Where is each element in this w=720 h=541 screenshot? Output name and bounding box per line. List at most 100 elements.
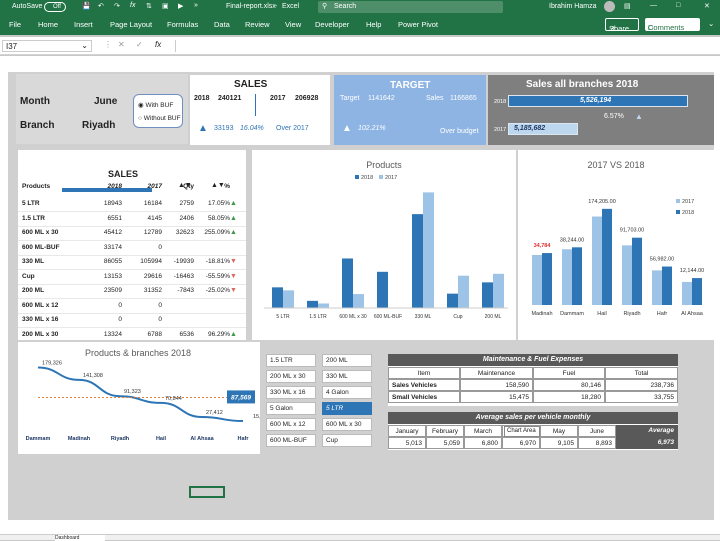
tab-home[interactable]: Home [38,20,58,29]
products-branches-chart[interactable]: Products & branches 2018 87,569 179,326 141… [18,342,270,454]
slicer-item[interactable]: 600 ML x 30 [322,418,372,431]
tab-data[interactable]: Data [214,20,230,29]
maintenance-header: Maintenance [460,367,533,379]
autosave-toggle[interactable]: Off [44,2,66,12]
dashboard: Month June Branch Riyadh ◉ With BUF ○ Wi… [8,72,714,520]
bar-2018 [572,247,582,305]
all-2018-label: 2018 [494,99,507,105]
search-icon: ⚲ [322,3,328,10]
maintenance-table: Maintenance & Fuel Expenses Item Maintena… [388,354,678,406]
insert-function-icon[interactable]: fx [155,40,161,49]
sheet-tab-dashboard[interactable]: Dashboard [55,535,105,541]
slicer-item[interactable]: 4 Galon [322,386,372,399]
camera-icon[interactable]: ▣ [162,2,169,10]
slicer-item[interactable]: 5 LTR [322,402,372,415]
slicer-item[interactable]: 5 Galon [266,402,316,415]
tab-formulas[interactable]: Formulas [167,20,198,29]
selected-cell[interactable] [189,486,225,498]
redo-icon[interactable]: ↷ [114,2,120,10]
slicer-item[interactable]: 330 ML x 16 [266,386,316,399]
products-chart[interactable]: Products 2018 2017 5 LTR 1.5 LTR 600 ML x 30 6… [252,150,516,340]
bar-2017 [458,275,469,308]
tab-view[interactable]: View [285,20,301,29]
sales-cell: -18.81% [205,258,230,265]
sort-icon[interactable]: ⇅ [146,2,152,10]
minimize-icon[interactable]: — [650,2,657,9]
branches-compare-chart[interactable]: 2017 VS 2018 2017 2018 34,784 Madinah 38,244.… [518,150,714,340]
bar-2018 [412,214,423,308]
save-icon[interactable]: 💾 [82,2,91,10]
target-sales-value: 1166865 [450,95,477,102]
sales-pct: 16.04% [240,125,264,132]
sales-cell: 0 [158,301,162,309]
maintenance-cell: 18,280 [533,391,605,403]
qat-more-icon[interactable]: » [194,2,198,9]
tab-power-pivot[interactable]: Power Pivot [398,20,438,29]
tab-help[interactable]: Help [366,20,381,29]
target-note: Over budget [440,128,479,135]
slicer-item[interactable]: 600 ML-BUF [266,434,316,447]
tab-developer[interactable]: Developer [315,20,349,29]
tab-review[interactable]: Review [245,20,270,29]
enter-icon[interactable]: ✓ [136,40,143,49]
category-label: 200 ML [485,314,502,320]
bar-2018 [482,282,493,308]
share-button[interactable]: ↗ Share [605,18,639,33]
sales-cell: 31352 [143,287,162,294]
slicer-item[interactable]: 200 ML x 30 [266,370,316,383]
without-buf-radio[interactable]: ○ Without BUF [138,115,181,122]
more-icon: ⋮ [104,40,112,49]
slicer-item[interactable]: 330 ML [322,370,372,383]
tab-page-layout[interactable]: Page Layout [110,20,152,29]
avatar[interactable] [604,1,615,12]
avg-vehicle-title: Average sales per vehicle monthly [388,412,678,424]
pointer-icon[interactable]: ▶ [178,2,183,10]
month-value[interactable]: June [94,96,117,107]
maintenance-cell: 80,146 [533,379,605,391]
sales-cell: 18943 [103,200,122,207]
bar-2018 [602,208,612,305]
month-header: February [426,425,464,437]
sales-cell: 200 ML [22,287,45,294]
sales-cell: -55.59% [205,272,230,280]
legend-swatch-2018 [355,175,359,179]
function-icon[interactable]: fx [130,2,135,9]
products-chart-svg: Products 2018 2017 5 LTR 1.5 LTR 600 ML x 30 6… [264,160,508,320]
close-icon[interactable]: ✕ [704,2,710,10]
category-label: Dammam [26,436,51,442]
cancel-icon[interactable]: ✕ [118,40,125,49]
slicer-item[interactable]: 200 ML [322,354,372,367]
month-value: 9,105 [540,437,578,449]
sheet-tab-bar: Dashboard [0,534,720,541]
branch-value[interactable]: Riyadh [82,120,115,131]
undo-icon[interactable]: ↶ [98,2,104,10]
target-label: Target [340,95,360,102]
collapse-ribbon-icon[interactable]: ⌄ [708,19,714,28]
data-label: 70,844 [165,396,182,402]
sales-cell: 105994 [140,258,162,265]
row-divider [18,240,246,241]
average-header: Average [616,425,678,437]
maximize-icon[interactable]: □ [676,2,680,9]
slicer-item[interactable]: 600 ML x 12 [266,418,316,431]
slicer-item[interactable]: Cup [322,434,372,447]
bar-2018 [342,258,353,308]
category-label: 1.5 LTR [309,314,327,320]
with-buf-radio[interactable]: ◉ With BUF [138,101,173,109]
ribbon-display-icon[interactable]: ▤ [624,2,631,10]
sales-cell: Cup [22,272,35,280]
category-label: 5 LTR [276,314,290,320]
search-box[interactable]: ⚲ Search [318,1,503,13]
worksheet[interactable]: Month June Branch Riyadh ◉ With BUF ○ Wi… [0,56,720,534]
data-label: 34,784 [534,243,552,249]
formula-input[interactable] [175,40,715,52]
tab-insert[interactable]: Insert [74,20,93,29]
up-triangle-icon: ▲ [230,200,237,207]
search-placeholder: Search [334,3,357,10]
name-box[interactable]: I37 ⌄ [2,40,92,52]
sales-cell: 1.5 LTR [22,214,45,222]
slicer-item[interactable]: 1.5 LTR [266,354,316,367]
tab-file[interactable]: File [9,20,21,29]
sales-card: SALES 2018 240121 2017 206928 ▲ 33193 16… [190,75,330,145]
comments-button[interactable]: □ Comments [645,18,700,32]
